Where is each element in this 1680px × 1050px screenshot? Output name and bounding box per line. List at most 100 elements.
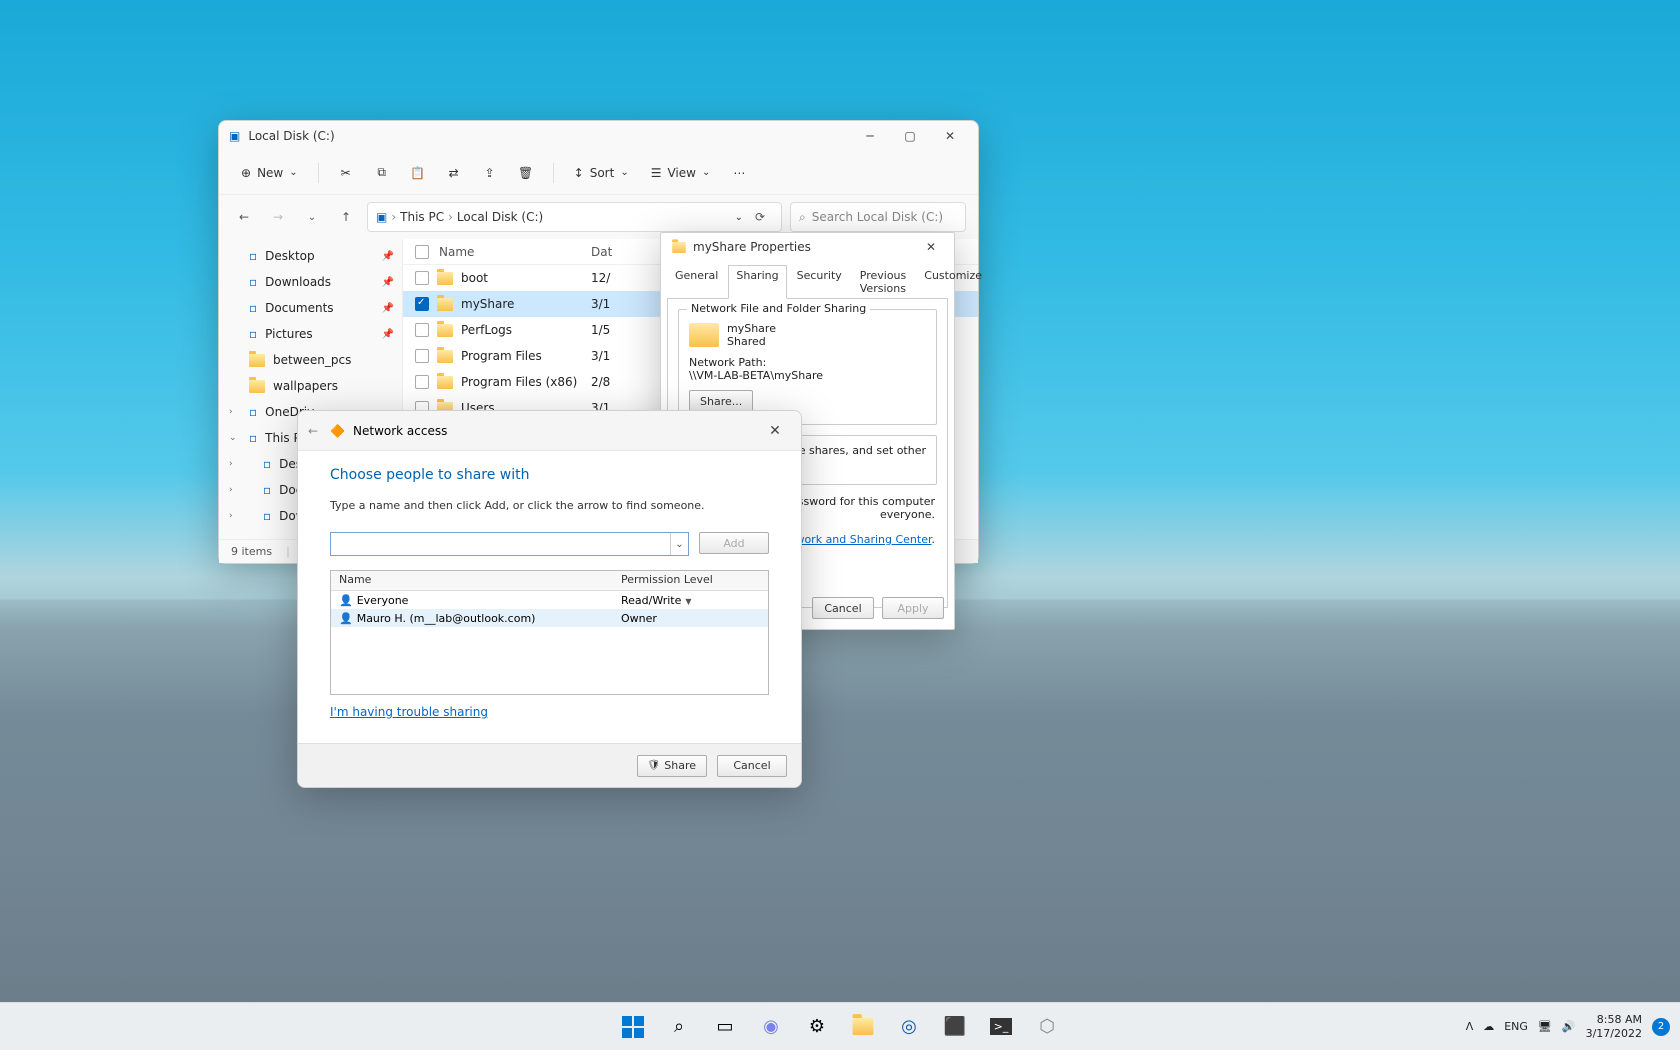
- explorer-titlebar[interactable]: ▣ Local Disk (C:) ─ ▢ ✕: [219, 121, 978, 151]
- row-checkbox[interactable]: [415, 375, 429, 389]
- maximize-button[interactable]: ▢: [890, 122, 930, 150]
- tab-sharing[interactable]: Sharing: [728, 265, 786, 299]
- column-name[interactable]: Name: [331, 571, 613, 590]
- new-button[interactable]: ⊕ New ⌄: [233, 158, 306, 188]
- permission-level[interactable]: Read/Write▼: [613, 593, 768, 608]
- chevron-icon[interactable]: ›: [229, 485, 233, 495]
- sort-label: Sort: [590, 166, 615, 180]
- column-permission[interactable]: Permission Level: [613, 571, 768, 590]
- breadcrumb-this-pc[interactable]: This PC: [400, 210, 444, 224]
- close-button[interactable]: ✕: [759, 423, 791, 439]
- system-tray[interactable]: ᐱ ☁ ENG 🖥 🔊 8:58 AM 3/17/2022 2: [1466, 1013, 1680, 1039]
- share-person-row[interactable]: 👤EveryoneRead/Write▼: [331, 591, 768, 609]
- window-title: Local Disk (C:): [248, 129, 334, 143]
- chevron-icon[interactable]: ›: [229, 407, 233, 417]
- clock[interactable]: 8:58 AM 3/17/2022: [1586, 1013, 1642, 1039]
- start-button[interactable]: [613, 1007, 653, 1047]
- breadcrumb-current[interactable]: Local Disk (C:): [457, 210, 543, 224]
- network-access-header[interactable]: ← 🔶 Network access ✕: [298, 411, 801, 451]
- sort-button[interactable]: ↕ Sort ⌄: [566, 158, 637, 188]
- paste-button[interactable]: 📋: [403, 158, 433, 188]
- sidebar-item-downloads[interactable]: ▫Downloads📌: [219, 269, 402, 295]
- file-date: 1/5: [591, 323, 610, 337]
- pin-icon: 📌: [382, 277, 394, 288]
- share-name: myShare: [727, 322, 776, 335]
- cancel-button[interactable]: Cancel: [812, 597, 874, 619]
- share-button[interactable]: 🛡 Share: [637, 755, 707, 777]
- properties-titlebar[interactable]: myShare Properties ✕: [661, 233, 954, 261]
- sidebar-item-between_pcs[interactable]: between_pcs: [219, 347, 402, 373]
- sidebar-item-wallpapers[interactable]: wallpapers: [219, 373, 402, 399]
- rename-button[interactable]: ⇄: [439, 158, 469, 188]
- notification-badge[interactable]: 2: [1652, 1018, 1670, 1036]
- taskbar-app-edge[interactable]: ◎: [889, 1007, 929, 1047]
- share-person-row[interactable]: 👤Mauro H. (m__lab@outlook.com)Owner: [331, 609, 768, 627]
- taskbar-app-store[interactable]: ⬛: [935, 1007, 975, 1047]
- delete-button[interactable]: 🗑: [511, 158, 541, 188]
- name-combobox[interactable]: ⌄: [330, 532, 689, 556]
- view-button[interactable]: ☰ View ⌄: [643, 158, 719, 188]
- tab-customize[interactable]: Customize: [916, 265, 990, 299]
- row-checkbox[interactable]: [415, 271, 429, 285]
- sidebar-item-pictures[interactable]: ▫Pictures📌: [219, 321, 402, 347]
- minimize-button[interactable]: ─: [850, 122, 890, 150]
- share-button[interactable]: Share...: [689, 390, 753, 412]
- chevron-icon[interactable]: ›: [229, 459, 233, 469]
- back-button[interactable]: ←: [231, 204, 257, 230]
- back-button[interactable]: ←: [308, 424, 318, 438]
- cut-button[interactable]: ✂: [331, 158, 361, 188]
- trouble-sharing-link[interactable]: I'm having trouble sharing: [330, 705, 488, 719]
- breadcrumb[interactable]: ▣ › This PC › Local Disk (C:) ⌄ ⟳: [367, 202, 782, 232]
- network-path: \\VM-LAB-BETA\myShare: [689, 369, 926, 382]
- close-button[interactable]: ✕: [930, 122, 970, 150]
- taskbar-app-settings[interactable]: ⚙: [797, 1007, 837, 1047]
- column-date[interactable]: Dat: [591, 245, 612, 259]
- share-button[interactable]: ⇪: [475, 158, 505, 188]
- tab-general[interactable]: General: [667, 265, 726, 299]
- recent-button[interactable]: ⌄: [299, 204, 325, 230]
- app-icon: ⬡: [1039, 1016, 1055, 1037]
- search-icon: ⌕: [674, 1016, 684, 1037]
- chevron-icon[interactable]: ›: [229, 511, 233, 521]
- sidebar-item-documents[interactable]: ▫Documents📌: [219, 295, 402, 321]
- taskbar[interactable]: ⌕ ▭ ◉ ⚙ ◎ ⬛ >_ ⬡ ᐱ ☁ ENG 🖥 🔊 8:58 AM 3/1…: [0, 1002, 1680, 1050]
- cancel-button[interactable]: Cancel: [717, 755, 787, 777]
- onedrive-icon[interactable]: ☁: [1483, 1020, 1494, 1033]
- tray-overflow-button[interactable]: ᐱ: [1466, 1020, 1474, 1033]
- taskbar-app-terminal[interactable]: >_: [981, 1007, 1021, 1047]
- share-people-list: Name Permission Level 👤EveryoneRead/Writ…: [330, 570, 769, 695]
- taskbar-app-explorer[interactable]: [843, 1007, 883, 1047]
- permission-level[interactable]: Owner: [613, 611, 768, 626]
- chevron-down-icon[interactable]: ⌄: [735, 212, 743, 223]
- volume-icon[interactable]: 🔊: [1562, 1020, 1576, 1033]
- taskbar-app-chat[interactable]: ◉: [751, 1007, 791, 1047]
- select-all-checkbox[interactable]: [415, 245, 429, 259]
- task-view-button[interactable]: ▭: [705, 1007, 745, 1047]
- more-button[interactable]: ⋯: [724, 158, 754, 188]
- taskbar-app-generic[interactable]: ⬡: [1027, 1007, 1067, 1047]
- up-button[interactable]: ↑: [333, 204, 359, 230]
- chevron-icon[interactable]: ⌄: [229, 433, 237, 443]
- share-icon: ⇪: [485, 166, 495, 180]
- pictures-icon: ▫: [249, 327, 257, 341]
- time: 8:58 AM: [1586, 1013, 1642, 1026]
- person-name: Mauro H. (m__lab@outlook.com): [357, 612, 536, 625]
- copy-button[interactable]: ⧉: [367, 158, 397, 188]
- refresh-button[interactable]: ⟳: [747, 210, 773, 224]
- tab-previous-versions[interactable]: Previous Versions: [852, 265, 915, 299]
- forward-button[interactable]: →: [265, 204, 291, 230]
- close-button[interactable]: ✕: [916, 233, 946, 261]
- apply-button[interactable]: Apply: [882, 597, 944, 619]
- language-indicator[interactable]: ENG: [1504, 1020, 1528, 1033]
- tab-security[interactable]: Security: [789, 265, 850, 299]
- network-icon[interactable]: 🖥: [1538, 1020, 1552, 1033]
- row-checkbox[interactable]: [415, 323, 429, 337]
- search-button[interactable]: ⌕: [659, 1007, 699, 1047]
- row-checkbox[interactable]: [415, 349, 429, 363]
- add-button[interactable]: Add: [699, 532, 769, 554]
- search-input[interactable]: ⌕ Search Local Disk (C:): [790, 202, 966, 232]
- chevron-down-icon[interactable]: ⌄: [670, 533, 688, 555]
- sidebar-item-desktop[interactable]: ▫Desktop📌: [219, 243, 402, 269]
- row-checkbox[interactable]: [415, 297, 429, 311]
- column-name[interactable]: Name: [439, 245, 474, 259]
